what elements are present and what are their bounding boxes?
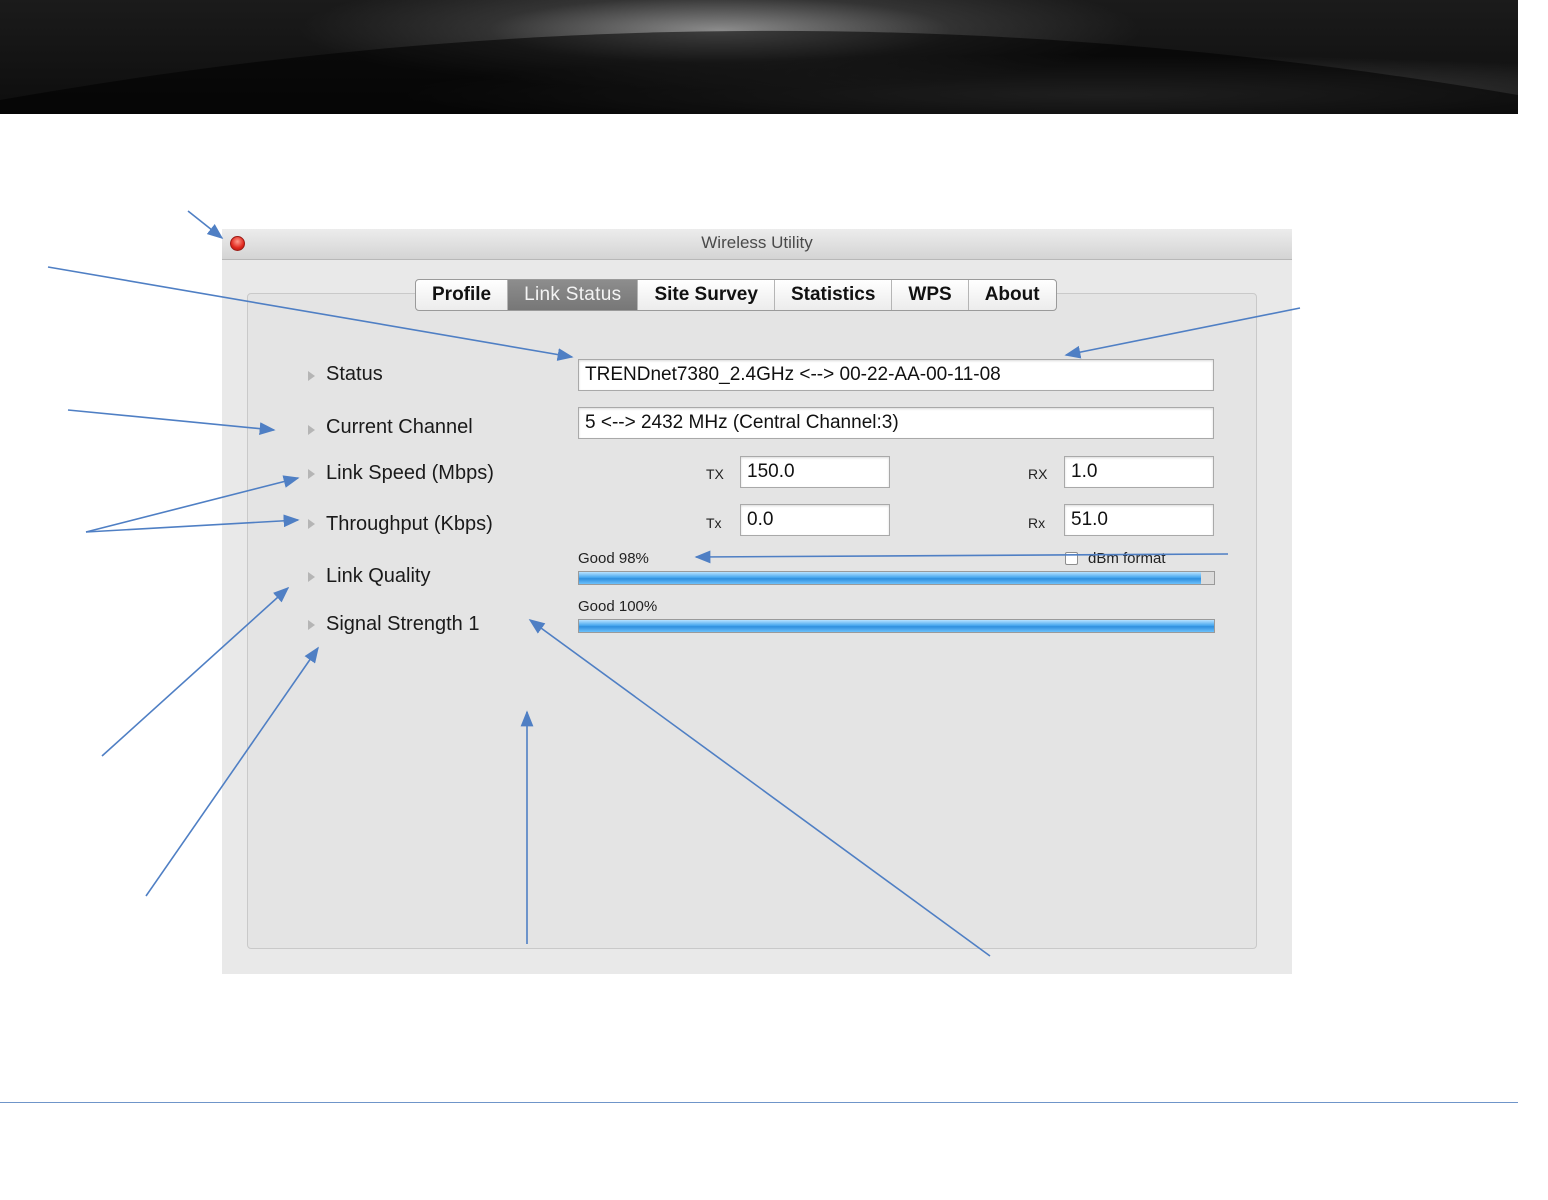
link-speed-rx-label: RX	[1028, 466, 1048, 482]
title-bar: Wireless Utility	[222, 229, 1292, 260]
throughput-tx-label: Tx	[706, 515, 722, 531]
tab-statistics[interactable]: Statistics	[775, 280, 893, 310]
signal-strength-text: Good 100%	[578, 598, 658, 615]
tab-link-status[interactable]: Link Status	[508, 280, 639, 310]
dbm-format-label: dBm format	[1088, 550, 1166, 567]
link-speed-label: Link Speed (Mbps)	[326, 462, 494, 484]
dbm-format-checkbox[interactable]	[1065, 552, 1078, 565]
current-channel-field: 5 <--> 2432 MHz (Central Channel:3)	[578, 407, 1214, 439]
tab-bar: Profile Link Status Site Survey Statisti…	[415, 279, 1057, 311]
link-speed-tx-label: TX	[706, 466, 724, 482]
link-speed-disclosure-icon	[308, 469, 315, 479]
status-disclosure-icon	[308, 371, 315, 381]
signal-strength-disclosure-icon	[308, 620, 315, 630]
arrow-close-button	[187, 210, 224, 239]
tab-profile[interactable]: Profile	[416, 280, 509, 310]
wireless-utility-window: Wireless Utility Profile Link Status Sit…	[222, 229, 1292, 974]
signal-strength-label: Signal Strength 1	[326, 613, 480, 635]
signal-strength-bar	[578, 619, 1215, 633]
throughput-tx-field: 0.0	[740, 504, 890, 536]
tab-about[interactable]: About	[969, 280, 1056, 310]
link-quality-bar	[578, 571, 1215, 585]
footer-divider	[0, 1102, 1518, 1103]
throughput-rx-field: 51.0	[1064, 504, 1214, 536]
signal-strength-bar-fill	[579, 620, 1214, 632]
banner-swoosh	[0, 30, 1518, 114]
link-speed-rx-field: 1.0	[1064, 456, 1214, 488]
tab-site-survey[interactable]: Site Survey	[638, 280, 775, 310]
tab-wps[interactable]: WPS	[892, 280, 969, 310]
status-label: Status	[326, 363, 383, 385]
link-quality-label: Link Quality	[326, 565, 431, 587]
channel-disclosure-icon	[308, 425, 315, 435]
header-banner	[0, 0, 1518, 114]
status-field: TRENDnet7380_2.4GHz <--> 00-22-AA-00-11-…	[578, 359, 1214, 391]
throughput-disclosure-icon	[308, 519, 315, 529]
link-quality-disclosure-icon	[308, 572, 315, 582]
link-speed-tx-field: 150.0	[740, 456, 890, 488]
window-title: Wireless Utility	[701, 233, 813, 252]
link-quality-bar-fill	[579, 572, 1202, 584]
throughput-rx-label: Rx	[1028, 515, 1046, 531]
throughput-label: Throughput (Kbps)	[326, 513, 493, 535]
link-quality-text: Good 98%	[578, 550, 649, 567]
current-channel-label: Current Channel	[326, 416, 473, 438]
